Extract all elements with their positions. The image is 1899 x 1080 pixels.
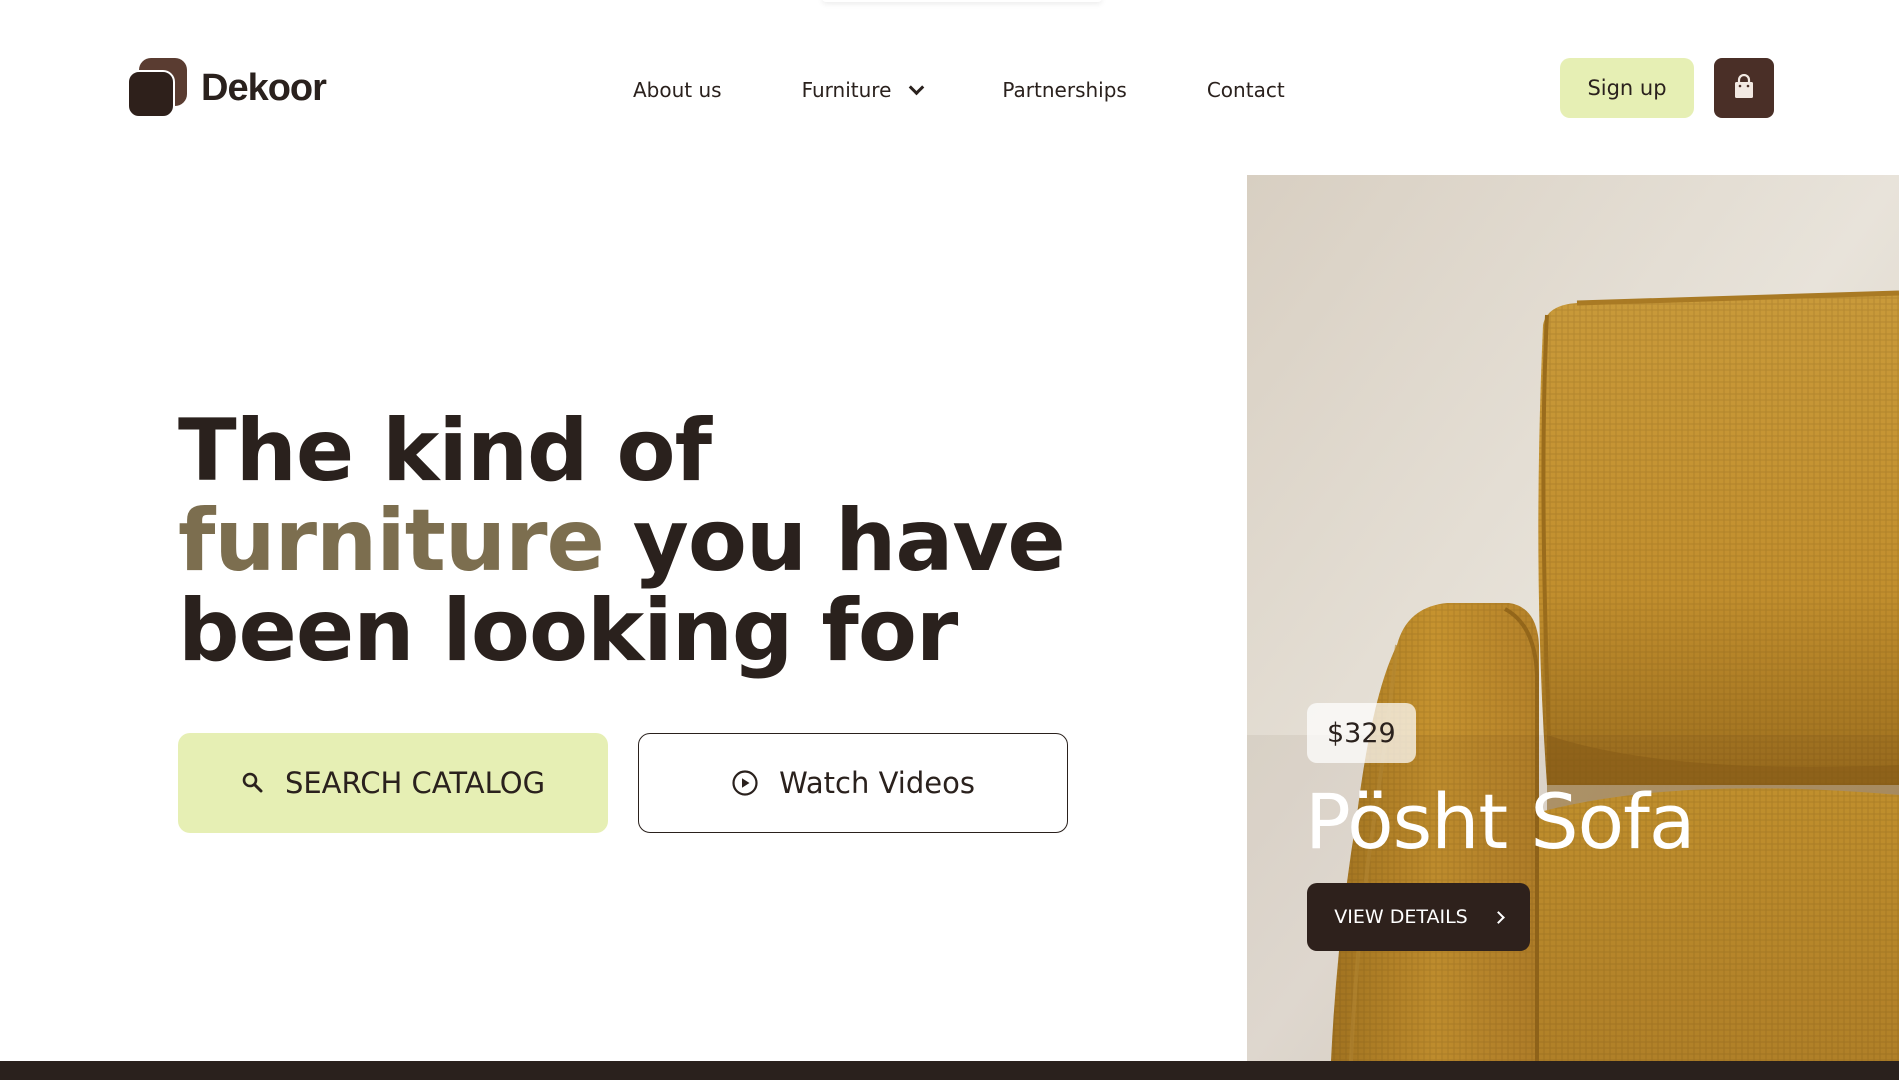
hero-title-line1: The kind of <box>178 401 712 501</box>
search-catalog-label: SEARCH CATALOG <box>284 766 546 800</box>
search-catalog-button[interactable]: SEARCH CATALOG <box>178 733 608 833</box>
main-nav: About us Furniture Partnerships Contact <box>633 72 1285 108</box>
site-header: Dekoor About us Furniture Partnerships C… <box>0 0 1899 175</box>
logo-link[interactable]: Dekoor <box>127 58 327 118</box>
watch-videos-label: Watch Videos <box>779 766 975 800</box>
nav-item-label: About us <box>633 78 722 102</box>
nav-item-partnerships[interactable]: Partnerships <box>1002 78 1126 102</box>
price-badge: $329 <box>1307 703 1416 763</box>
landing-page: Dekoor About us Furniture Partnerships C… <box>0 0 1899 1080</box>
footer-band <box>0 1061 1899 1080</box>
cart-button[interactable] <box>1714 58 1774 118</box>
nav-item-label: Contact <box>1206 78 1285 102</box>
logo-icon <box>127 58 187 118</box>
search-icon <box>241 771 265 795</box>
nav-item-label: Partnerships <box>1002 78 1127 102</box>
view-details-button[interactable]: VIEW DETAILS <box>1307 883 1530 951</box>
chevron-down-icon <box>909 79 925 95</box>
featured-product-card: $329 Pösht Sofa VIEW DETAILS <box>1247 175 1899 1061</box>
product-name: Pösht Sofa <box>1305 777 1695 866</box>
nav-item-furniture[interactable]: Furniture <box>801 78 925 102</box>
play-circle-icon <box>731 769 759 797</box>
hero-title-line2: you have <box>603 491 1066 591</box>
chevron-right-icon <box>1491 910 1505 924</box>
hero-title-accent: furniture <box>178 491 605 591</box>
nav-item-contact[interactable]: Contact <box>1207 78 1285 102</box>
nav-item-about-us[interactable]: About us <box>633 78 722 102</box>
hero-title-line3: been looking for <box>178 581 958 681</box>
view-details-label: VIEW DETAILS <box>1334 906 1468 928</box>
shopping-bag-icon <box>1733 73 1755 103</box>
hero-title: The kind of furniture you have been look… <box>178 406 1078 676</box>
nav-item-label: Furniture <box>801 78 892 102</box>
brand-name: Dekoor <box>201 66 327 109</box>
watch-videos-button[interactable]: Watch Videos <box>638 733 1068 833</box>
signup-button[interactable]: Sign up <box>1560 58 1694 118</box>
hero-actions: SEARCH CATALOG Watch Videos <box>178 733 1068 833</box>
